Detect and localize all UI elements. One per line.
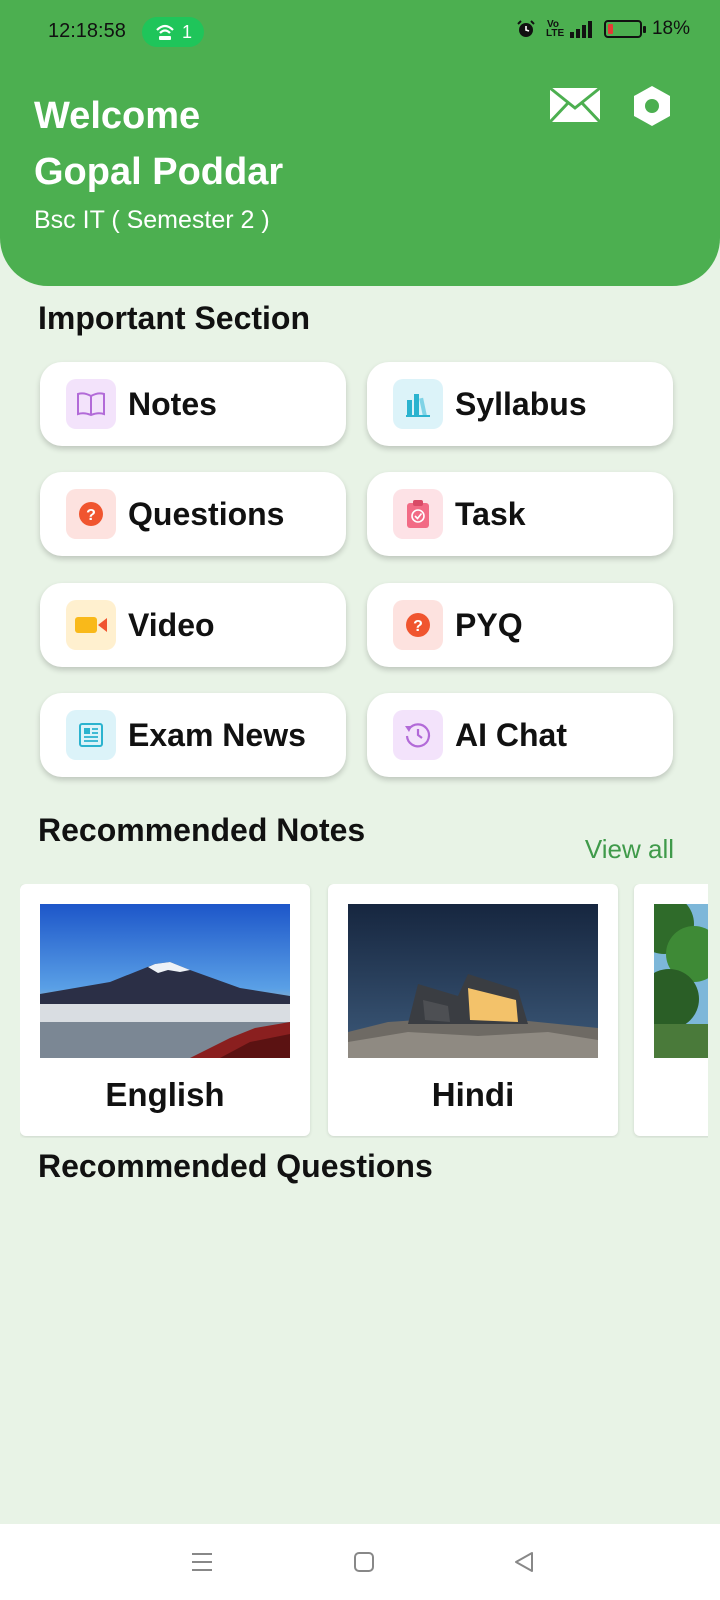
tile-exam-news[interactable]: Exam News bbox=[40, 693, 346, 777]
mountain-photo bbox=[40, 904, 290, 1058]
battery-icon bbox=[603, 20, 646, 38]
status-icons: Vo LTE 18% bbox=[516, 18, 690, 40]
home-square-icon[interactable] bbox=[348, 1546, 380, 1578]
svg-text:?: ? bbox=[86, 507, 96, 524]
tile-syllabus[interactable]: Syllabus bbox=[367, 362, 673, 446]
tile-label: Notes bbox=[128, 385, 217, 422]
hotspot-count: 1 bbox=[182, 21, 193, 42]
back-triangle-icon[interactable] bbox=[508, 1546, 540, 1578]
course-info: Bsc IT ( Semester 2 ) bbox=[34, 206, 270, 234]
menu-icon[interactable] bbox=[186, 1546, 218, 1578]
app-screen: 12:18:58 1 Vo LTE 18% Welcome Gopal Podd… bbox=[0, 0, 720, 1600]
battery-percent: 18% bbox=[651, 18, 690, 39]
newspaper-icon bbox=[66, 710, 116, 760]
important-section-title: Important Section bbox=[38, 300, 311, 336]
note-card-english[interactable]: English bbox=[20, 884, 310, 1136]
view-all-link[interactable]: View all bbox=[585, 834, 674, 865]
note-card-partial[interactable] bbox=[634, 884, 708, 1136]
tile-label: Task bbox=[455, 495, 526, 532]
tile-notes[interactable]: Notes bbox=[40, 362, 346, 446]
cabin-night-photo bbox=[348, 904, 598, 1058]
tile-task[interactable]: Task bbox=[367, 472, 673, 556]
books-icon bbox=[393, 379, 443, 429]
mail-icon[interactable] bbox=[548, 86, 602, 124]
tile-label: Syllabus bbox=[455, 385, 587, 422]
tile-label: Video bbox=[128, 606, 215, 643]
forest-photo bbox=[654, 904, 708, 1058]
system-navbar bbox=[0, 1524, 720, 1600]
volte-label: Vo LTE bbox=[545, 19, 565, 39]
history-icon bbox=[393, 710, 443, 760]
hotspot-indicator: 1 bbox=[142, 17, 205, 47]
recommended-questions-title: Recommended Questions bbox=[38, 1148, 433, 1184]
battery-level bbox=[607, 24, 613, 34]
hotspot-icon bbox=[156, 24, 174, 40]
tile-ai-chat[interactable]: AI Chat bbox=[367, 693, 673, 777]
status-bar: 12:18:58 1 Vo LTE 18% bbox=[0, 0, 720, 64]
recommended-notes-title: Recommended Notes bbox=[38, 812, 366, 848]
tile-label: Exam News bbox=[128, 716, 306, 753]
note-label: Hindi bbox=[431, 1076, 515, 1113]
tile-label: PYQ bbox=[455, 606, 523, 643]
user-name: Gopal Poddar bbox=[34, 151, 284, 193]
tile-pyq[interactable]: ? PYQ bbox=[367, 583, 673, 667]
book-icon bbox=[66, 379, 116, 429]
greeting: Welcome bbox=[34, 95, 201, 137]
note-label: English bbox=[105, 1076, 225, 1113]
alarm-icon bbox=[517, 20, 535, 37]
welcome-header: 12:18:58 1 Vo LTE 18% Welcome Gopal Podd… bbox=[0, 0, 720, 286]
svg-text:?: ? bbox=[413, 618, 423, 635]
clipboard-icon bbox=[393, 489, 443, 539]
question-icon: ? bbox=[66, 489, 116, 539]
tile-video[interactable]: Video bbox=[40, 583, 346, 667]
signal-icon bbox=[569, 21, 592, 38]
welcome-text: Welcome Gopal Poddar bbox=[34, 88, 283, 200]
note-card-hindi[interactable]: Hindi bbox=[328, 884, 618, 1136]
tile-label: AI Chat bbox=[455, 716, 567, 753]
question-icon: ? bbox=[393, 600, 443, 650]
video-camera-icon bbox=[66, 600, 116, 650]
tile-label: Questions bbox=[128, 495, 285, 532]
status-time: 12:18:58 bbox=[48, 20, 126, 42]
settings-icon[interactable] bbox=[630, 84, 674, 128]
tile-questions[interactable]: ? Questions bbox=[40, 472, 346, 556]
recommended-notes-carousel[interactable]: English Hindi bbox=[20, 884, 708, 1138]
